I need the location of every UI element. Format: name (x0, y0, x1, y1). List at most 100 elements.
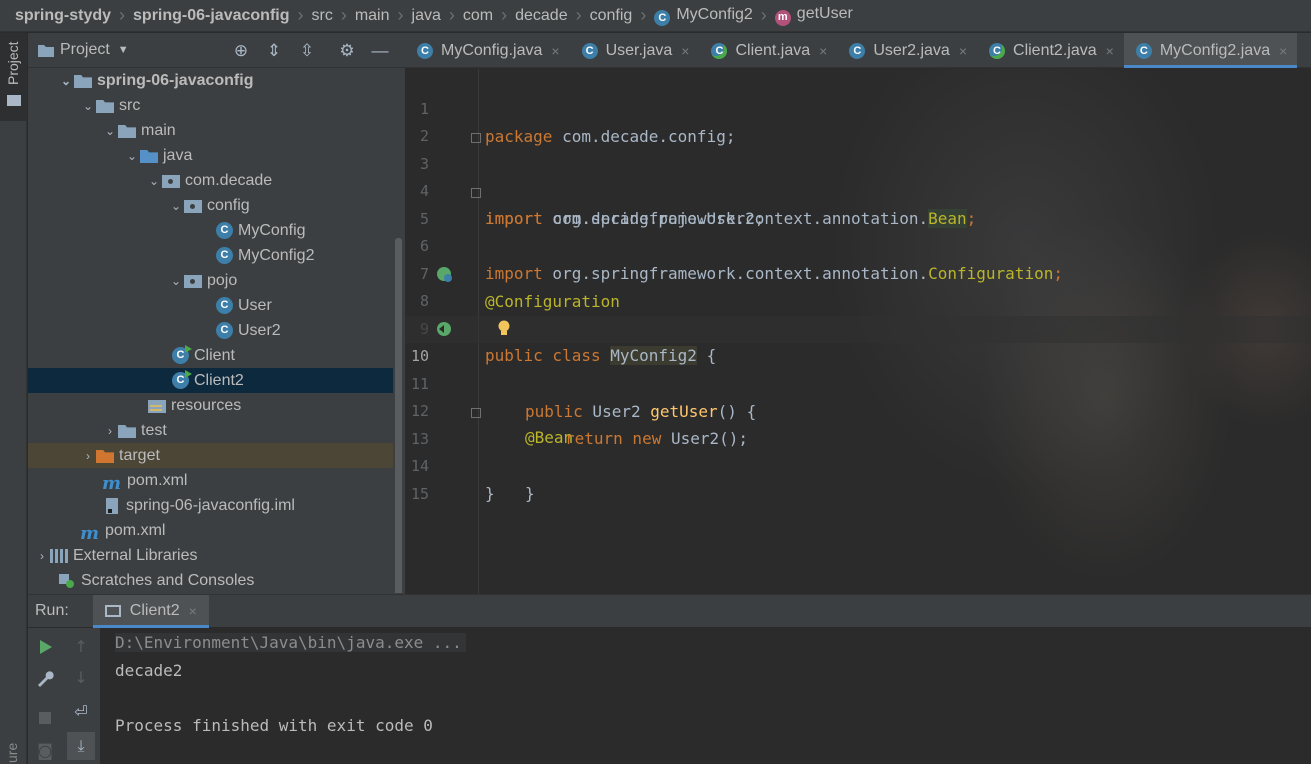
code-line[interactable]: 8 public class MyConfig2 { (405, 261, 1311, 365)
tree-item-client[interactable]: C Client (28, 343, 393, 368)
close-icon[interactable]: × (959, 43, 967, 59)
tree-item-test[interactable]: › test (28, 418, 393, 443)
breadcrumb-item-module[interactable]: spring-06-javaconfig (133, 7, 289, 25)
project-tool-tab-label: Project (5, 41, 21, 85)
chevron-down-icon[interactable]: ⌄ (168, 199, 184, 213)
code-line[interactable]: 4 import org.springframework.context.ann… (405, 151, 1311, 228)
code-line[interactable]: 6 (405, 206, 1311, 255)
breadcrumb-item-class[interactable]: C MyConfig2 (654, 6, 753, 26)
breadcrumb-item-com[interactable]: com (463, 7, 493, 25)
breadcrumb-item-main[interactable]: main (355, 7, 390, 25)
code-line-current[interactable]: 10 @Bean (405, 316, 1311, 447)
close-icon[interactable]: × (189, 603, 197, 619)
fold-marker-icon[interactable] (471, 408, 481, 418)
collapse-all-icon[interactable]: ⇳ (296, 40, 318, 62)
tab-myconfig2[interactable]: C MyConfig2.java × (1123, 33, 1298, 68)
chevron-down-icon[interactable]: ⌄ (80, 99, 96, 113)
tree-item-module[interactable]: ⌄ spring-06-javaconfig (28, 68, 393, 93)
structure-tool-tab[interactable]: ure (4, 743, 20, 763)
chevron-right-icon[interactable]: › (34, 549, 50, 563)
tab-user[interactable]: C User.java × (570, 33, 700, 68)
code-line[interactable]: 14 } (405, 426, 1311, 503)
code-line[interactable]: 7 @Configuration (405, 234, 1311, 311)
tab-myconfig[interactable]: C MyConfig.java × (405, 33, 570, 68)
rerun-icon[interactable] (34, 636, 56, 658)
soft-wrap-icon[interactable]: ⏎ (70, 701, 92, 723)
project-tool-tab[interactable]: Project (0, 33, 27, 121)
arrow-up-icon[interactable]: ↑ (70, 636, 92, 658)
chevron-down-icon[interactable]: ▼ (118, 44, 129, 56)
stop-icon[interactable] (34, 708, 56, 730)
tree-item-resources[interactable]: resources (28, 393, 393, 418)
tree-item-config[interactable]: ⌄ config (28, 193, 393, 218)
code-line[interactable]: 1 package com.decade.config; (405, 69, 1311, 146)
chevron-right-icon[interactable]: › (102, 424, 118, 438)
breadcrumb-item-config[interactable]: config (590, 7, 633, 25)
code-editor[interactable]: 1 package com.decade.config; 2 3 import … (405, 69, 1311, 594)
code-line[interactable]: 3 import com.decade.pojo.User2; (405, 124, 1311, 228)
console-command-line[interactable]: D:\Environment\Java\bin\java.exe ... (115, 633, 466, 652)
tab-client[interactable]: C Client.java × (699, 33, 837, 68)
breadcrumb-separator-icon: › (119, 5, 126, 25)
tree-item-pom-module[interactable]: m pom.xml (28, 468, 393, 494)
tree-item-pom-root[interactable]: m pom.xml (28, 518, 393, 544)
spring-bean-gutter-icon[interactable] (435, 265, 453, 283)
code-line[interactable]: 9 (405, 289, 1311, 338)
spring-bean-gutter-icon[interactable] (435, 320, 453, 338)
gear-icon[interactable]: ⚙ (336, 40, 358, 62)
tree-item-myconfig2[interactable]: C MyConfig2 (28, 243, 393, 268)
minimize-icon[interactable]: — (369, 40, 391, 62)
tree-item-external-libraries[interactable]: › External Libraries (28, 543, 393, 568)
close-icon[interactable]: × (551, 43, 559, 59)
close-icon[interactable]: × (819, 43, 827, 59)
code-line[interactable]: 11 public User2 getUser() { (405, 344, 1311, 421)
tree-item-label: User (238, 296, 272, 314)
scroll-to-end-icon[interactable]: ⤓ (67, 732, 95, 760)
project-tree-scrollbar[interactable] (395, 238, 402, 593)
breadcrumb-item-project[interactable]: spring-stydy (15, 7, 111, 25)
code-line[interactable]: 15 (405, 454, 1311, 503)
code-line[interactable]: 5 import org.springframework.context.ann… (405, 179, 1311, 283)
tree-item-src[interactable]: ⌄ src (28, 93, 393, 118)
close-icon[interactable]: × (1106, 43, 1114, 59)
arrow-down-icon[interactable]: ↓ (70, 667, 92, 689)
tree-item-target[interactable]: › target (28, 443, 393, 468)
run-tab-client2[interactable]: Client2 × (92, 594, 209, 628)
locate-icon[interactable]: ⊕ (230, 40, 252, 62)
project-view-selector[interactable]: Project (60, 41, 110, 59)
expand-all-icon[interactable]: ⇕ (263, 40, 285, 62)
tree-item-java[interactable]: ⌄ java (28, 143, 393, 168)
chevron-down-icon[interactable]: ⌄ (124, 149, 140, 163)
tree-item-main[interactable]: ⌄ main (28, 118, 393, 143)
code-line[interactable]: 2 (405, 96, 1311, 145)
chevron-down-icon[interactable]: ⌄ (146, 174, 162, 188)
tree-item-client2[interactable]: C Client2 (28, 368, 393, 393)
tree-item-com-decade[interactable]: ⌄ com.decade (28, 168, 393, 193)
breadcrumb-item-java[interactable]: java (412, 7, 441, 25)
camera-icon[interactable]: ◙ (34, 740, 56, 762)
chevron-down-icon[interactable]: ⌄ (102, 124, 118, 138)
fold-marker-icon[interactable] (471, 133, 481, 143)
tree-item-scratches[interactable]: Scratches and Consoles (28, 568, 393, 593)
tab-user2[interactable]: C User2.java × (837, 33, 977, 68)
wrench-icon[interactable] (34, 667, 56, 689)
breadcrumb-item-decade[interactable]: decade (515, 7, 568, 25)
lightbulb-icon[interactable] (497, 320, 511, 336)
tree-item-pojo[interactable]: ⌄ pojo (28, 268, 393, 293)
tree-item-user[interactable]: C User (28, 293, 393, 318)
code-line[interactable]: 12 return new User2(); (405, 371, 1311, 448)
console-output[interactable]: D:\Environment\Java\bin\java.exe ... dec… (100, 628, 1311, 764)
fold-marker-icon[interactable] (471, 188, 481, 198)
code-line[interactable]: 13 } (405, 399, 1311, 503)
tab-client2[interactable]: C Client2.java × (977, 33, 1124, 68)
close-icon[interactable]: × (681, 43, 689, 59)
chevron-right-icon[interactable]: › (80, 449, 96, 463)
tree-item-iml[interactable]: spring-06-javaconfig.iml (28, 493, 393, 518)
tree-item-myconfig[interactable]: C MyConfig (28, 218, 393, 243)
chevron-down-icon[interactable]: ⌄ (168, 274, 184, 288)
breadcrumb-item-src[interactable]: src (312, 7, 333, 25)
breadcrumb-item-method[interactable]: m getUser (774, 5, 853, 26)
tree-item-user2[interactable]: C User2 (28, 318, 393, 343)
close-icon[interactable]: × (1279, 43, 1287, 59)
chevron-down-icon[interactable]: ⌄ (58, 74, 74, 88)
